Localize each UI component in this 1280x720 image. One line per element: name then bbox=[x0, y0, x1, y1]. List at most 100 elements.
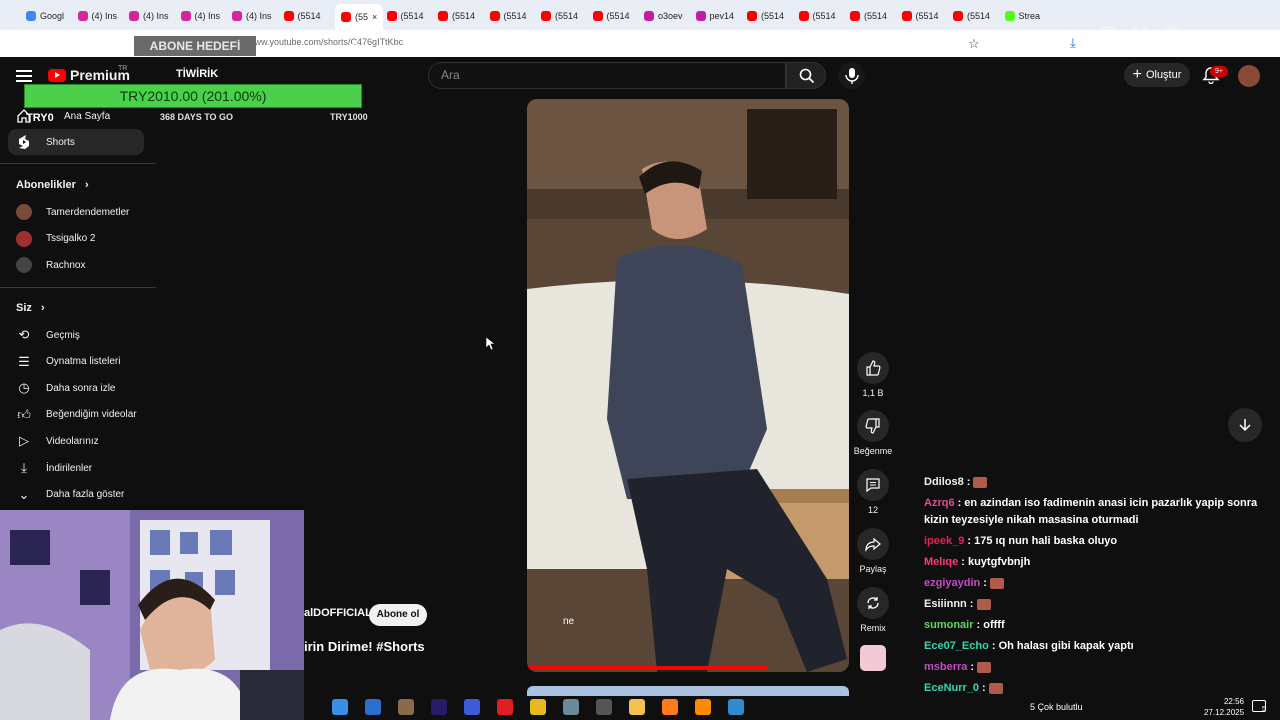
tab-label: (4) Ins bbox=[194, 11, 221, 21]
sidebar-item-your-videos[interactable]: ▷ Videolarınız bbox=[16, 429, 99, 453]
chat-separator: : bbox=[969, 598, 977, 610]
subscribe-button[interactable]: Abone ol bbox=[369, 604, 427, 626]
chat-message: Ece07_Echo: Oh halası gibi kapak yaptı bbox=[924, 640, 1134, 652]
browser-tab[interactable]: (5514 bbox=[592, 6, 630, 26]
subscriptions-header[interactable]: Abonelikler › bbox=[16, 179, 89, 191]
premiere-icon[interactable] bbox=[464, 699, 480, 715]
remix-icon bbox=[867, 597, 879, 609]
browser-tab[interactable]: (4) Ins bbox=[180, 6, 221, 26]
tab-favicon-icon bbox=[953, 11, 963, 21]
browser-tab[interactable]: (5514 bbox=[747, 6, 784, 26]
sidebar-item-history[interactable]: ⟲ Geçmiş bbox=[16, 323, 80, 347]
search-button[interactable] bbox=[786, 62, 826, 89]
sidebar-item-watch-later[interactable]: ◷ Daha sonra izle bbox=[16, 376, 115, 400]
sound-thumbnail[interactable] bbox=[860, 645, 886, 671]
hamburger-menu-icon[interactable] bbox=[16, 68, 32, 82]
sidebar-item-subscription[interactable]: Tamerdendemetler bbox=[16, 200, 129, 224]
store-icon[interactable] bbox=[365, 699, 381, 715]
comment-icon bbox=[866, 478, 880, 493]
your-videos-icon: ▷ bbox=[19, 433, 29, 449]
chat-message: Esiiinnn: bbox=[924, 598, 991, 610]
browser-tab[interactable]: (5514 bbox=[850, 6, 887, 26]
widget-icon[interactable] bbox=[497, 699, 513, 715]
remix-button[interactable]: Remix bbox=[853, 587, 893, 633]
browser-tab[interactable]: (5514 bbox=[953, 6, 990, 26]
create-button[interactable]: + Oluştur bbox=[1124, 63, 1190, 87]
chrome-icon[interactable] bbox=[563, 699, 579, 715]
next-video-button[interactable] bbox=[1228, 408, 1262, 442]
browser-tab[interactable]: (5514 bbox=[386, 6, 424, 26]
close-tab-icon[interactable]: × bbox=[372, 12, 377, 22]
mail-icon[interactable] bbox=[398, 699, 414, 715]
opera-icon[interactable] bbox=[530, 699, 546, 715]
browser-tab[interactable]: (5514 bbox=[541, 6, 578, 26]
sidebar-item-downloads[interactable]: ⤓ İndirilenler bbox=[16, 456, 92, 480]
chat-separator: : bbox=[983, 577, 990, 589]
you-header[interactable]: Siz › bbox=[16, 302, 45, 314]
firefox-icon[interactable] bbox=[695, 699, 711, 715]
shorts-video-player[interactable] bbox=[527, 99, 849, 672]
sidebar-item-label: Tssigalko 2 bbox=[46, 233, 96, 244]
sidebar-item-shorts[interactable]: Shorts bbox=[16, 130, 75, 154]
tab-label: (5514 bbox=[297, 11, 321, 21]
chat-message: ipeek_9: 175 ıq nun hali baska oluyo bbox=[924, 535, 1117, 547]
tab-favicon-icon bbox=[341, 12, 351, 22]
account-avatar[interactable] bbox=[1238, 65, 1260, 87]
start-icon[interactable] bbox=[332, 699, 348, 715]
chat-username: ipeek_9 bbox=[924, 535, 965, 547]
browser-tab[interactable]: (55 × bbox=[335, 4, 384, 30]
sidebar-item-label: Oynatma listeleri bbox=[46, 356, 121, 368]
voice-search-button[interactable] bbox=[838, 62, 865, 89]
browser-tab[interactable]: Googl bbox=[26, 6, 64, 26]
tab-favicon-icon bbox=[129, 11, 139, 21]
browser-tab[interactable]: Strea bbox=[1004, 6, 1041, 26]
browser-tab[interactable]: (4) Ins bbox=[77, 6, 117, 26]
remix-label: Remix bbox=[860, 623, 886, 633]
plus-icon: + bbox=[1132, 66, 1142, 83]
download-icon[interactable]: ⤓ bbox=[1070, 35, 1076, 51]
browser-tab[interactable]: (5514 bbox=[438, 6, 475, 26]
chat-emote-icon bbox=[989, 577, 1004, 589]
browser-tab[interactable]: o3oev bbox=[644, 6, 683, 26]
vlc-icon[interactable] bbox=[728, 699, 744, 715]
channel-name[interactable]: alDOFFICIAL bbox=[304, 607, 372, 619]
tab-label: pev14 bbox=[709, 11, 735, 21]
share-button[interactable]: Paylaş bbox=[853, 528, 893, 574]
browser-tab[interactable]: (5514 bbox=[798, 6, 836, 26]
sidebar-item-label: Tamerdendemetler bbox=[46, 206, 130, 218]
obs-icon[interactable] bbox=[629, 699, 645, 715]
browser-tab[interactable]: (5514 bbox=[489, 6, 527, 26]
tab-favicon-icon bbox=[180, 11, 191, 21]
tab-label: Googl bbox=[40, 11, 65, 21]
browser-tab[interactable]: (4) Ins bbox=[129, 6, 169, 26]
sidebar-item-label: Geçmiş bbox=[46, 329, 80, 341]
sidebar-item-liked-videos[interactable]: 👍︎ Beğendiğim videolar bbox=[16, 403, 136, 427]
browser-tab[interactable]: (4) Ins bbox=[232, 6, 272, 26]
sidebar-item-playlist[interactable]: ☰ Oynatma listeleri bbox=[16, 350, 120, 374]
chat-message: Melıqe: kuytgfvbnjh bbox=[924, 556, 1030, 568]
sidebar-item-subscription[interactable]: Tssigalko 2 bbox=[16, 227, 95, 251]
tab-favicon-icon bbox=[747, 11, 757, 21]
like-button[interactable]: 1,1 B bbox=[853, 352, 893, 398]
app-icon[interactable] bbox=[596, 699, 612, 715]
bookmark-star-icon[interactable]: ☆ bbox=[968, 36, 980, 52]
sidebar-item-chevron-down[interactable]: ⌄ Daha fazla göster bbox=[16, 483, 125, 507]
system-clock[interactable]: 22:56 27.12.2025 bbox=[1204, 696, 1244, 718]
browser-tab[interactable]: (5514 bbox=[901, 6, 939, 26]
create-label: Oluştur bbox=[1145, 69, 1182, 81]
comments-button[interactable]: 12 bbox=[853, 469, 893, 515]
sidebar-item-subscription[interactable]: Rachnox bbox=[16, 253, 85, 277]
chat-separator: : bbox=[961, 556, 968, 568]
mouse-cursor-icon bbox=[485, 336, 496, 356]
tab-favicon-icon bbox=[283, 11, 294, 21]
tab-label: Strea bbox=[1018, 11, 1041, 21]
dislike-button[interactable]: Beğenme bbox=[853, 410, 893, 456]
browser-tab[interactable]: pev14 bbox=[695, 6, 735, 26]
search-input[interactable]: Ara bbox=[428, 62, 786, 89]
game-icon[interactable] bbox=[431, 699, 447, 715]
files-icon[interactable] bbox=[662, 699, 678, 715]
tab-label: (5514 bbox=[967, 11, 991, 21]
weather-widget[interactable]: 5 Çok bulutlu bbox=[1030, 702, 1083, 712]
browser-tab[interactable]: (5514 bbox=[283, 6, 321, 26]
sidebar-item-home[interactable]: Ana Sayfa bbox=[16, 104, 110, 128]
